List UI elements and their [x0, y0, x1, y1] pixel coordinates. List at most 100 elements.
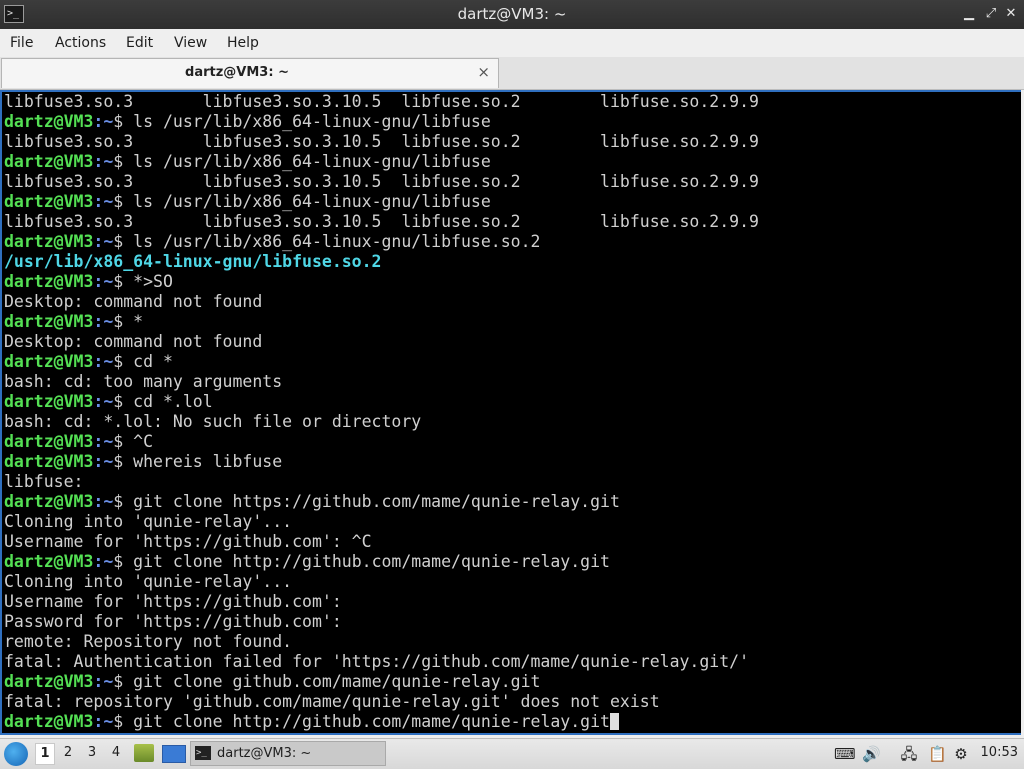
restore-icon[interactable]: ⤢ [982, 5, 1000, 23]
output-text: Desktop: command not found [4, 332, 263, 351]
prompt-symbol: $ [113, 492, 134, 511]
lubuntu-start-icon[interactable] [4, 742, 28, 766]
prompt-symbol: $ [113, 272, 134, 291]
prompt-user: dartz@VM3 [4, 672, 94, 691]
window-title: dartz@VM3: ~ [457, 5, 567, 23]
terminal-line: Cloning into 'qunie-relay'... [4, 512, 1019, 532]
terminal-line: dartz@VM3:~$ ls /usr/lib/x86_64-linux-gn… [4, 112, 1019, 132]
workspace-2[interactable]: 2 [59, 745, 77, 765]
command-text: ^C [133, 432, 154, 451]
workspace-4[interactable]: 4 [107, 745, 125, 765]
terminal-line: Desktop: command not found [4, 332, 1019, 352]
terminal-line: libfuse3.so.3 libfuse3.so.3.10.5 libfuse… [4, 212, 1019, 232]
terminal-line: fatal: Authentication failed for 'https:… [4, 652, 1019, 672]
network-icon[interactable]: 🖧 [900, 745, 918, 763]
output-text: libfuse3.so.3 libfuse3.so.3.10.5 libfuse… [4, 172, 759, 191]
minimize-icon[interactable]: ▁ [960, 5, 978, 23]
prompt-user: dartz@VM3 [4, 352, 94, 371]
prompt-symbol: $ [113, 452, 134, 471]
file-manager-icon[interactable] [134, 744, 154, 762]
terminal-line: libfuse3.so.3 libfuse3.so.3.10.5 libfuse… [4, 92, 1019, 112]
prompt-path: :~ [93, 552, 114, 571]
menu-actions[interactable]: Actions [55, 35, 106, 51]
terminal-line: bash: cd: too many arguments [4, 372, 1019, 392]
prompt-user: dartz@VM3 [4, 112, 94, 131]
tab-bar: dartz@VM3: ~ × [0, 57, 1024, 90]
menu-help[interactable]: Help [227, 35, 259, 51]
prompt-user: dartz@VM3 [4, 392, 94, 411]
terminal-line: dartz@VM3:~$ git clone github.com/mame/q… [4, 672, 1019, 692]
prompt-user: dartz@VM3 [4, 712, 94, 731]
prompt-path: :~ [93, 452, 114, 471]
prompt-path: :~ [93, 312, 114, 331]
terminal-line: /usr/lib/x86_64-linux-gnu/libfuse.so.2 [4, 252, 1019, 272]
update-notifier-icon[interactable]: ⚙ [952, 745, 970, 763]
prompt-user: dartz@VM3 [4, 232, 94, 251]
terminal-line: Username for 'https://github.com': ^C [4, 532, 1019, 552]
prompt-path: :~ [93, 152, 114, 171]
output-text: bash: cd: too many arguments [4, 372, 283, 391]
terminal-line: dartz@VM3:~$ ^C [4, 432, 1019, 452]
prompt-path: :~ [93, 392, 114, 411]
workspace-3[interactable]: 3 [83, 745, 101, 765]
tab-terminal[interactable]: dartz@VM3: ~ × [1, 58, 499, 88]
output-text: Username for 'https://github.com': [4, 592, 342, 611]
prompt-symbol: $ [113, 712, 134, 731]
prompt-user: dartz@VM3 [4, 492, 94, 511]
terminal-line: dartz@VM3:~$ cd * [4, 352, 1019, 372]
terminal-line: libfuse3.so.3 libfuse3.so.3.10.5 libfuse… [4, 132, 1019, 152]
tab-close-icon[interactable]: × [477, 63, 490, 81]
terminal-output[interactable]: libfuse3.so.3 libfuse3.so.3.10.5 libfuse… [0, 90, 1021, 735]
command-text: cd * [133, 352, 173, 371]
terminal-line: dartz@VM3:~$ *>SO [4, 272, 1019, 292]
prompt-symbol: $ [113, 232, 134, 251]
clipboard-icon[interactable]: 📋 [928, 745, 947, 763]
output-text: remote: Repository not found. [4, 632, 293, 651]
prompt-path: :~ [93, 112, 114, 131]
terminal-icon: >_ [195, 746, 211, 760]
terminal-line: Desktop: command not found [4, 292, 1019, 312]
terminal-line: dartz@VM3:~$ git clone http://github.com… [4, 712, 1019, 732]
terminal-line: dartz@VM3:~$ git clone http://github.com… [4, 552, 1019, 572]
menu-edit[interactable]: Edit [126, 35, 153, 51]
title-bar[interactable]: >_ dartz@VM3: ~ ▁ ⤢ ✕ [0, 0, 1024, 29]
terminal-line: libfuse3.so.3 libfuse3.so.3.10.5 libfuse… [4, 172, 1019, 192]
keyboard-icon[interactable]: ⌨ [834, 745, 856, 763]
command-text: * [133, 312, 144, 331]
prompt-user: dartz@VM3 [4, 312, 94, 331]
command-text: git clone github.com/mame/qunie-relay.gi… [133, 672, 541, 691]
terminal-line: Username for 'https://github.com': [4, 592, 1019, 612]
show-desktop-icon[interactable] [162, 745, 186, 763]
prompt-symbol: $ [113, 112, 134, 131]
prompt-path: :~ [93, 352, 114, 371]
prompt-path: :~ [93, 272, 114, 291]
terminal-scrollbar[interactable] [1015, 92, 1021, 733]
prompt-path: :~ [93, 672, 114, 691]
taskbar-terminal-button[interactable]: >_ dartz@VM3: ~ [190, 741, 386, 766]
command-text: git clone https://github.com/mame/qunie-… [133, 492, 620, 511]
menu-file[interactable]: File [10, 35, 33, 51]
terminal-line: dartz@VM3:~$ ls /usr/lib/x86_64-linux-gn… [4, 232, 1019, 252]
output-text: Cloning into 'qunie-relay'... [4, 572, 293, 591]
terminal-line: Cloning into 'qunie-relay'... [4, 572, 1019, 592]
prompt-symbol: $ [113, 152, 134, 171]
tab-label: dartz@VM3: ~ [185, 65, 289, 80]
workspace-1[interactable]: 1 [35, 743, 55, 765]
prompt-path: :~ [93, 712, 114, 731]
clock[interactable]: 10:53 [981, 745, 1018, 760]
menu-bar: File Actions Edit View Help [0, 29, 1024, 57]
close-icon[interactable]: ✕ [1002, 5, 1020, 23]
command-text: ls /usr/lib/x86_64-linux-gnu/libfuse.so.… [133, 232, 541, 251]
menu-view[interactable]: View [174, 35, 207, 51]
command-text: cd *.lol [133, 392, 213, 411]
prompt-user: dartz@VM3 [4, 552, 94, 571]
prompt-user: dartz@VM3 [4, 272, 94, 291]
terminal-line: dartz@VM3:~$ whereis libfuse [4, 452, 1019, 472]
prompt-path: :~ [93, 492, 114, 511]
taskbar-terminal-label: dartz@VM3: ~ [217, 746, 312, 761]
terminal-line: dartz@VM3:~$ ls /usr/lib/x86_64-linux-gn… [4, 152, 1019, 172]
prompt-user: dartz@VM3 [4, 192, 94, 211]
command-text: ls /usr/lib/x86_64-linux-gnu/libfuse [133, 192, 491, 211]
terminal-line: remote: Repository not found. [4, 632, 1019, 652]
volume-icon[interactable]: 🔊 [862, 745, 881, 763]
